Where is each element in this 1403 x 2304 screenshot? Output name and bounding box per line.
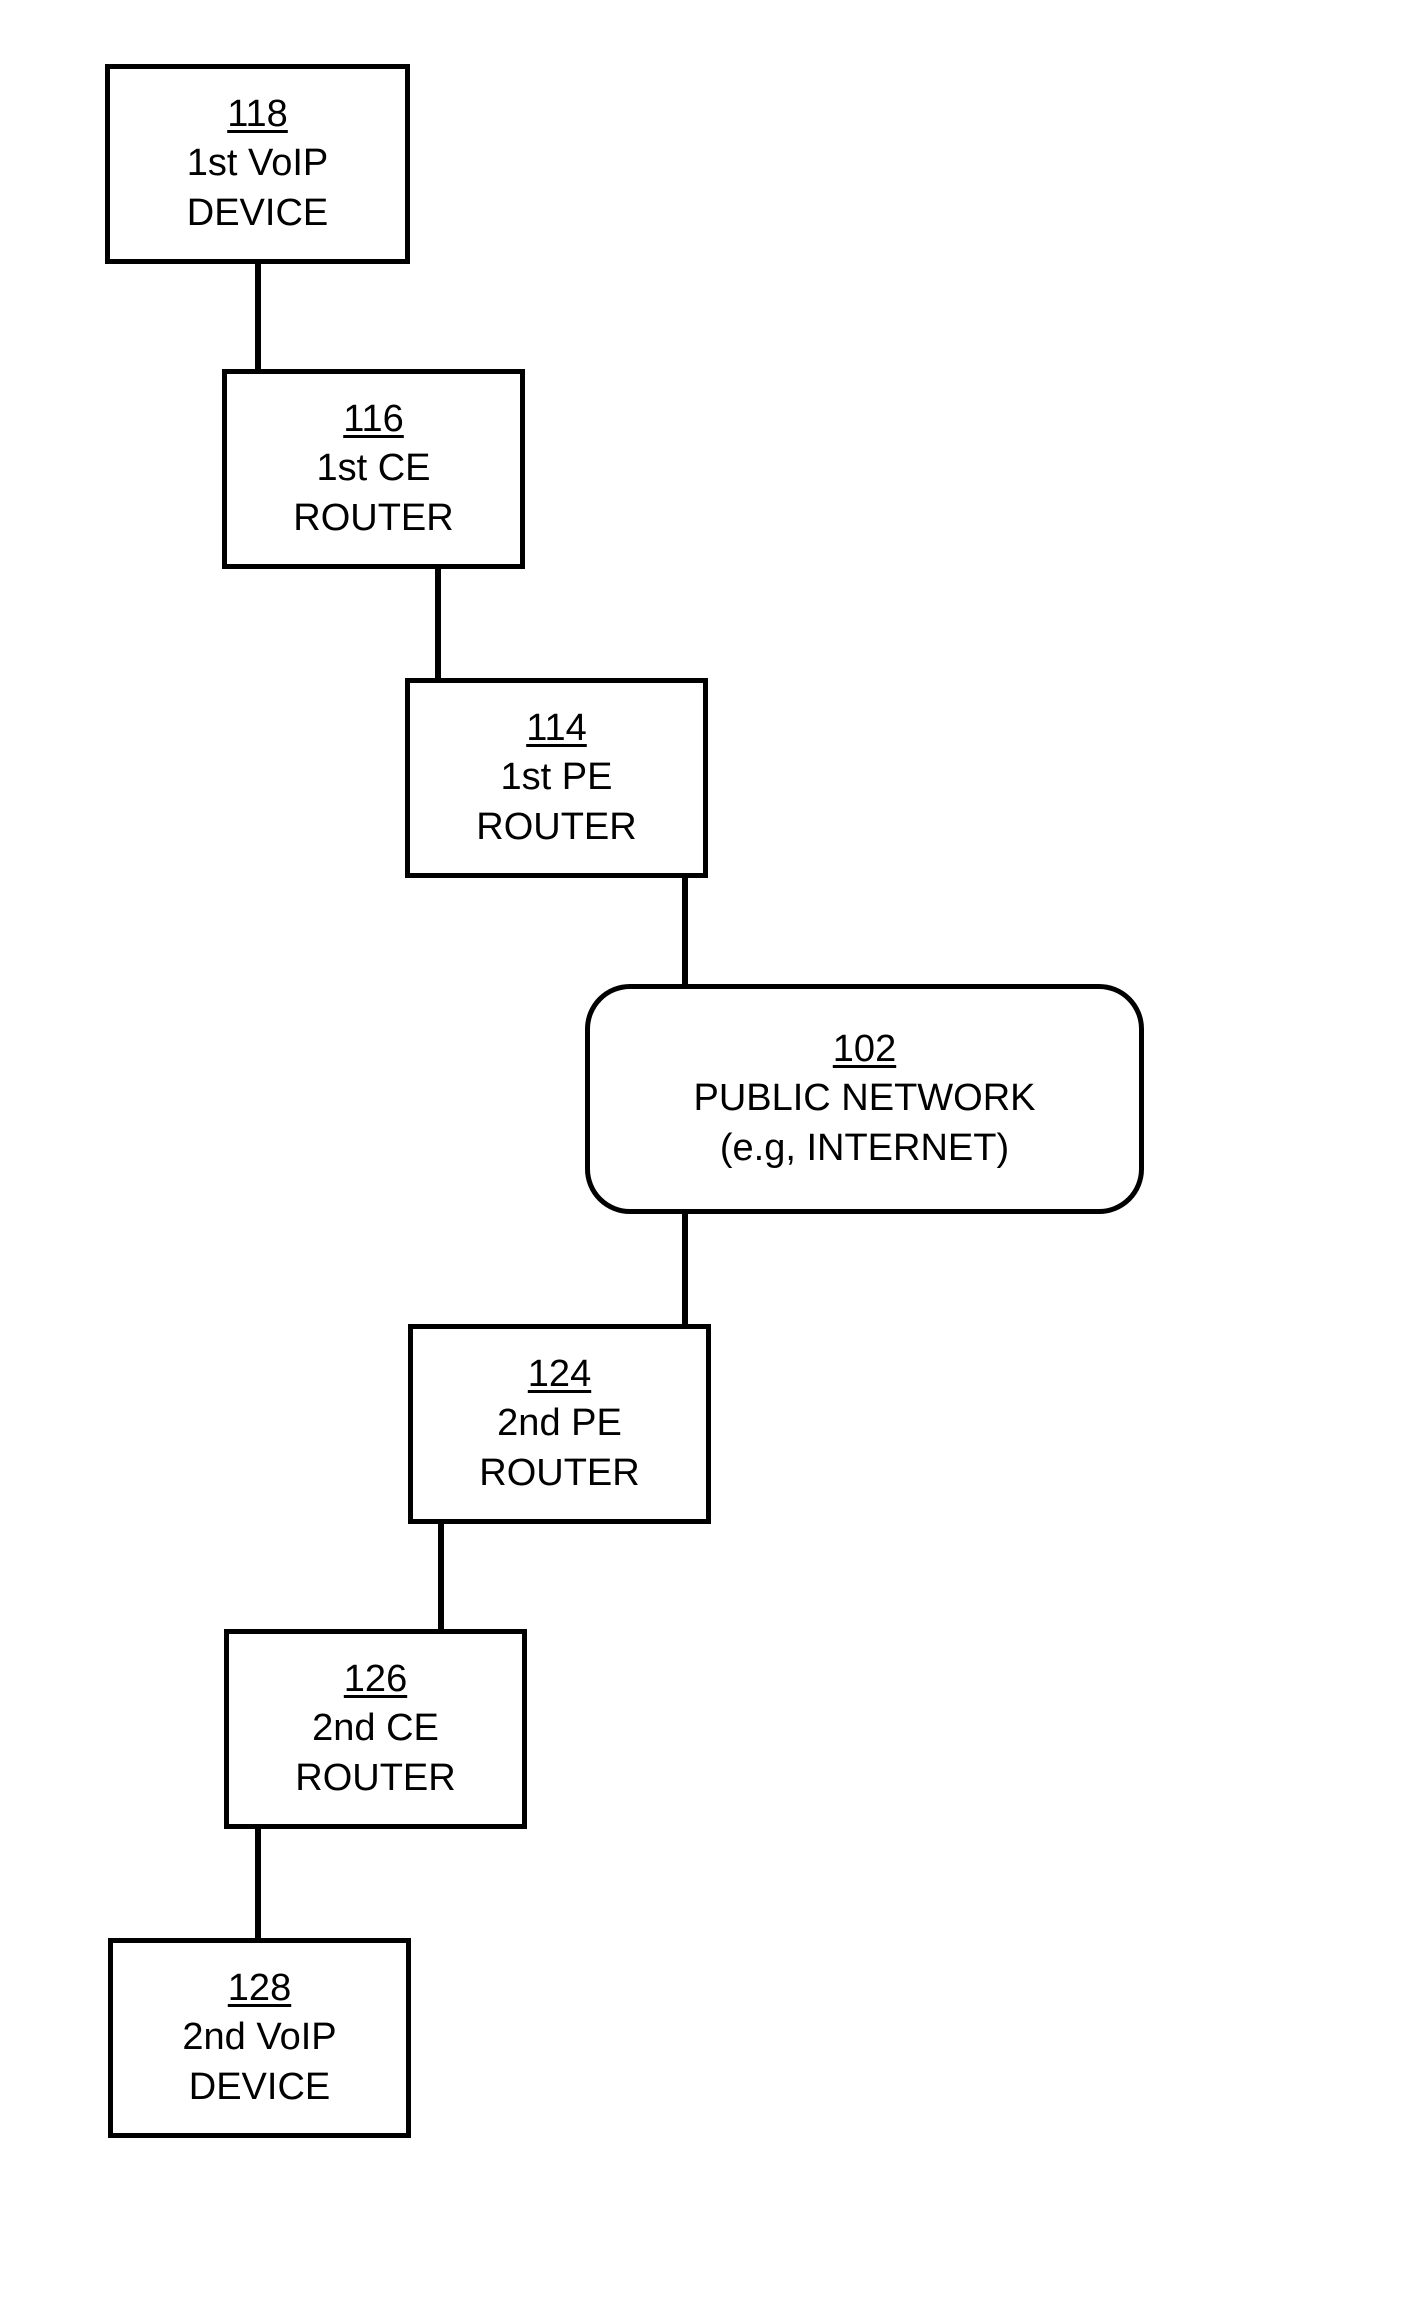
node-ref: 116 [343, 395, 404, 444]
node-line1: 1st PE [501, 753, 613, 802]
node-ref: 114 [526, 704, 587, 753]
node-line1: 2nd CE [312, 1704, 439, 1753]
connector [682, 878, 688, 984]
connector [682, 1214, 688, 1324]
node-1st-ce-router: 116 1st CE ROUTER [222, 369, 525, 569]
node-line1: PUBLIC NETWORK [693, 1074, 1035, 1123]
node-2nd-voip-device: 128 2nd VoIP DEVICE [108, 1938, 411, 2138]
node-line2: DEVICE [187, 189, 328, 238]
node-2nd-ce-router: 126 2nd CE ROUTER [224, 1629, 527, 1829]
node-line1: 2nd PE [497, 1399, 622, 1448]
node-1st-voip-device: 118 1st VoIP DEVICE [105, 64, 410, 264]
node-line2: DEVICE [189, 2063, 330, 2112]
node-ref: 124 [528, 1350, 591, 1399]
node-line1: 2nd VoIP [182, 2013, 336, 2062]
node-ref: 126 [344, 1655, 407, 1704]
node-line2: (e.g, INTERNET) [720, 1124, 1009, 1173]
connector [438, 1524, 444, 1629]
node-ref: 102 [833, 1025, 896, 1074]
node-line1: 1st VoIP [187, 139, 329, 188]
node-ref: 118 [227, 90, 288, 139]
node-line2: ROUTER [479, 1449, 639, 1498]
node-line2: ROUTER [293, 494, 453, 543]
node-1st-pe-router: 114 1st PE ROUTER [405, 678, 708, 878]
node-line2: ROUTER [295, 1754, 455, 1803]
connector [435, 569, 441, 678]
node-line2: ROUTER [476, 803, 636, 852]
node-line1: 1st CE [316, 444, 430, 493]
connector [255, 1829, 261, 1938]
node-ref: 128 [228, 1964, 291, 2013]
node-public-network: 102 PUBLIC NETWORK (e.g, INTERNET) [585, 984, 1144, 1214]
connector [255, 264, 261, 369]
node-2nd-pe-router: 124 2nd PE ROUTER [408, 1324, 711, 1524]
